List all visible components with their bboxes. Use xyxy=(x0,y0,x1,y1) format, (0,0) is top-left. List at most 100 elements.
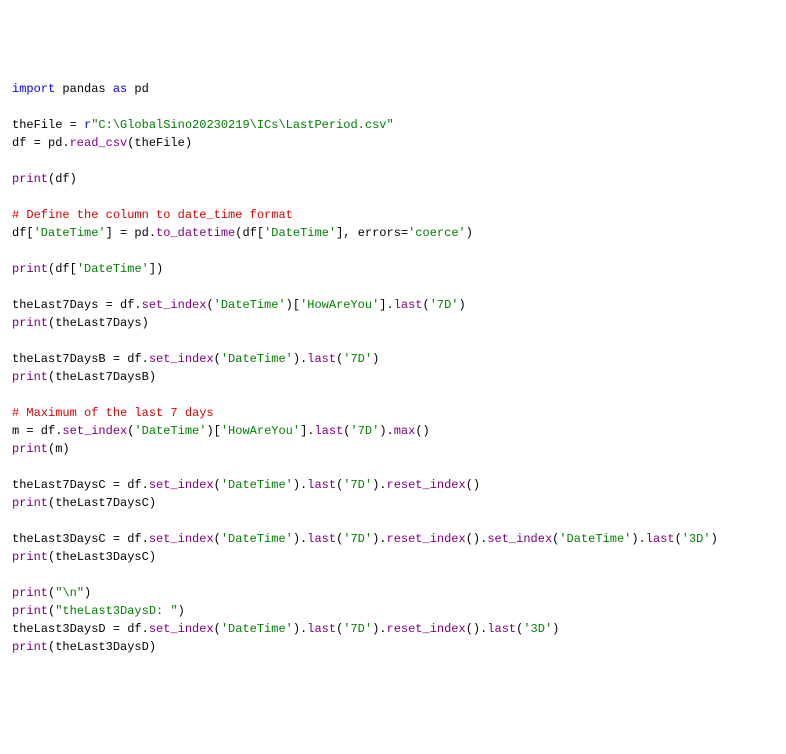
code-line: # Define the column to date_time format xyxy=(12,206,774,224)
code-token: (df) xyxy=(48,172,77,186)
code-line: print(theLast7Days) xyxy=(12,314,774,332)
code-token: ). xyxy=(372,622,386,636)
code-token: ) xyxy=(459,298,466,312)
code-token: "theLast3DaysD: " xyxy=(55,604,177,618)
code-token: ( xyxy=(336,532,343,546)
code-token: ( xyxy=(48,604,55,618)
code-token: as xyxy=(113,82,127,96)
code-token: print xyxy=(12,370,48,384)
code-token: (df[ xyxy=(48,262,77,276)
code-token: ( xyxy=(516,622,523,636)
code-token: ( xyxy=(675,532,682,546)
code-token: (theLast7Days) xyxy=(48,316,149,330)
code-token: ). xyxy=(379,424,393,438)
code-token: df[ xyxy=(12,226,34,240)
code-token: set_index xyxy=(62,424,127,438)
code-token: (theLast3DaysD) xyxy=(48,640,156,654)
code-line xyxy=(12,98,774,116)
code-token: set_index xyxy=(149,622,214,636)
code-token: 'DateTime' xyxy=(134,424,206,438)
code-line xyxy=(12,566,774,584)
code-token: reset_index xyxy=(387,622,466,636)
code-token: ). xyxy=(293,478,307,492)
code-line: # Maximum of the last 7 days xyxy=(12,404,774,422)
code-token: 'DateTime' xyxy=(214,298,286,312)
code-token: ( xyxy=(214,532,221,546)
code-line: theLast3DaysC = df.set_index('DateTime')… xyxy=(12,530,774,548)
code-token: ) xyxy=(372,352,379,366)
code-token: last xyxy=(307,532,336,546)
code-line xyxy=(12,188,774,206)
code-token: 'DateTime' xyxy=(77,262,149,276)
code-token: (). xyxy=(466,622,488,636)
code-line: import pandas as pd xyxy=(12,80,774,98)
code-token: set_index xyxy=(149,478,214,492)
code-token: ]) xyxy=(149,262,163,276)
code-token: 'DateTime' xyxy=(264,226,336,240)
code-line xyxy=(12,386,774,404)
code-token: ). xyxy=(372,478,386,492)
code-token: ( xyxy=(343,424,350,438)
code-line: df['DateTime'] = pd.to_datetime(df['Date… xyxy=(12,224,774,242)
code-token: print xyxy=(12,496,48,510)
code-line: print("theLast3DaysD: ") xyxy=(12,602,774,620)
code-line: print(df) xyxy=(12,170,774,188)
code-line: print(theLast7DaysC) xyxy=(12,494,774,512)
code-token: theLast7DaysC = df. xyxy=(12,478,149,492)
code-line: theLast7Days = df.set_index('DateTime')[… xyxy=(12,296,774,314)
code-line: m = df.set_index ( 'DateTime')['HowAreYou'… xyxy=(12,422,774,440)
code-line xyxy=(12,152,774,170)
code-token: '7D' xyxy=(343,478,372,492)
code-token: ) xyxy=(711,532,718,546)
code-token: '7D' xyxy=(343,622,372,636)
code-token: set_index xyxy=(149,532,214,546)
code-token: max xyxy=(394,424,416,438)
code-token: last xyxy=(487,622,516,636)
code-token: '7D' xyxy=(351,424,380,438)
code-token: (m) xyxy=(48,442,70,456)
code-token: ) xyxy=(552,622,559,636)
code-token: last xyxy=(394,298,423,312)
code-token: last xyxy=(646,532,675,546)
code-line: theLast7DaysB = df.set_index('DateTime')… xyxy=(12,350,774,368)
code-token: 'HowAreYou' xyxy=(221,424,300,438)
code-line: print(theLast3DaysC) xyxy=(12,548,774,566)
code-token: (df[ xyxy=(235,226,264,240)
code-line: print(theLast7DaysB) xyxy=(12,368,774,386)
code-token: (theLast7DaysC) xyxy=(48,496,156,510)
code-token: theLast7Days = df. xyxy=(12,298,142,312)
code-token: 'DateTime' xyxy=(221,622,293,636)
code-token: ). xyxy=(293,532,307,546)
code-token: ( xyxy=(206,298,213,312)
code-token: pd xyxy=(127,82,149,96)
code-token: (). xyxy=(466,532,488,546)
code-token: 'DateTime' xyxy=(221,532,293,546)
code-token: print xyxy=(12,640,48,654)
code-line: theFile = r"C:\GlobalSino20230219\ICs\La… xyxy=(12,116,774,134)
code-token: print xyxy=(12,172,48,186)
code-token: 'DateTime' xyxy=(559,532,631,546)
code-line: theLast3DaysD = df.set_index('DateTime')… xyxy=(12,620,774,638)
code-token: ). xyxy=(631,532,645,546)
code-token: "C:\GlobalSino20230219\ICs\LastPeriod.cs… xyxy=(91,118,393,132)
code-token: 'coerce' xyxy=(408,226,466,240)
code-token: ( xyxy=(214,622,221,636)
code-token: 'DateTime' xyxy=(221,478,293,492)
code-token: ). xyxy=(293,352,307,366)
code-token: ( xyxy=(552,532,559,546)
code-token: print xyxy=(12,442,48,456)
code-token: theFile = xyxy=(12,118,84,132)
code-token: '7D' xyxy=(343,532,372,546)
code-token: 'DateTime' xyxy=(34,226,106,240)
code-token: )[ xyxy=(206,424,220,438)
code-token: m = df. xyxy=(12,424,62,438)
code-token: theLast3DaysD = df. xyxy=(12,622,149,636)
code-token: )[ xyxy=(286,298,300,312)
code-token: last xyxy=(307,622,336,636)
code-token: theLast7DaysB = df. xyxy=(12,352,149,366)
code-token: '3D' xyxy=(523,622,552,636)
code-token: ]. xyxy=(379,298,393,312)
code-token: () xyxy=(415,424,429,438)
code-token: last xyxy=(307,478,336,492)
code-token: set_index xyxy=(487,532,552,546)
